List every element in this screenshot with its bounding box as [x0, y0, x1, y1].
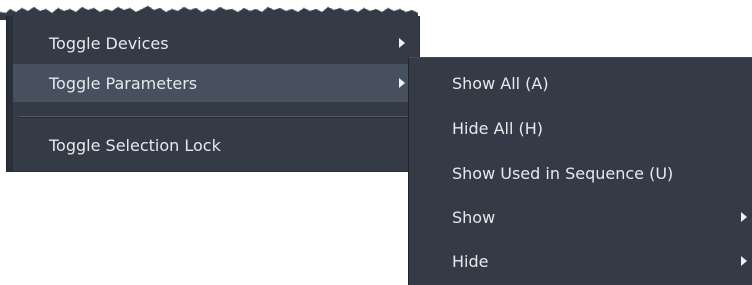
- chevron-right-icon: [399, 78, 405, 88]
- submenu-item-hide-all[interactable]: Hide All (H): [409, 109, 752, 147]
- menu-item-label: Show All (A): [452, 73, 549, 93]
- menu-item-label: Toggle Parameters: [49, 73, 198, 93]
- menu-item-label: Hide All (H): [452, 118, 543, 138]
- menu-item-label: Toggle Devices: [49, 33, 169, 53]
- menu-item-toggle-selection-lock[interactable]: Toggle Selection Lock: [13, 126, 419, 164]
- chevron-right-icon: [741, 212, 747, 222]
- chevron-right-icon: [741, 256, 747, 266]
- menu-item-label: Hide: [452, 251, 489, 271]
- menu-item-toggle-devices[interactable]: Toggle Devices: [13, 24, 419, 62]
- menu-item-label: Toggle Selection Lock: [49, 135, 221, 155]
- menu-item-toggle-parameters[interactable]: Toggle Parameters: [13, 64, 419, 102]
- submenu-item-show-used-in-sequence[interactable]: Show Used in Sequence (U): [409, 154, 752, 192]
- context-menu-stage: Toggle Devices Toggle Parameters Toggle …: [0, 0, 752, 285]
- context-menu: Toggle Devices Toggle Parameters Toggle …: [6, 16, 420, 172]
- toggle-parameters-submenu: Show All (A) Hide All (H) Show Used in S…: [408, 57, 752, 285]
- menu-separator: [19, 116, 411, 118]
- submenu-item-hide[interactable]: Hide: [409, 242, 752, 280]
- submenu-item-show[interactable]: Show: [409, 198, 752, 236]
- submenu-item-show-all[interactable]: Show All (A): [409, 64, 752, 102]
- menu-item-label: Show: [452, 207, 496, 227]
- menu-item-label: Show Used in Sequence (U): [452, 163, 674, 183]
- chevron-right-icon: [399, 38, 405, 48]
